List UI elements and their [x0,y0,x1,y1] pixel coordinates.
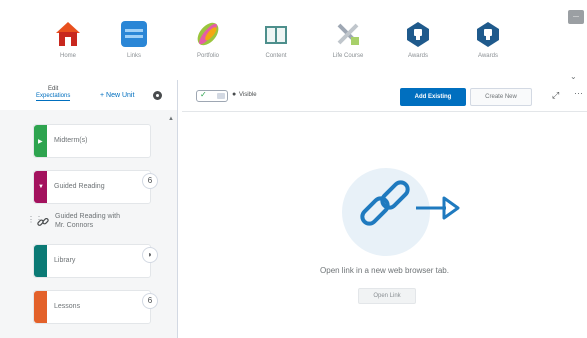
link-icon [37,217,49,226]
visibility-label: Visible [239,92,257,98]
topic-title-line1: Guided Reading with [55,213,120,220]
gear-icon[interactable] [153,91,162,100]
check-icon: ✓ [200,90,207,99]
scroll-up-icon[interactable]: ▲ [166,116,176,122]
create-new-button[interactable]: Create New [470,88,532,106]
unit-badge: ◗ [142,247,158,263]
edit-bottom-label: Expectations [36,93,71,101]
fullscreen-icon[interactable]: ⤢ [552,90,559,101]
nav-awards-2-label: Awards [478,53,498,59]
nav-home[interactable]: Home [38,20,98,59]
nav-home-label: Home [59,53,76,59]
unit-guided-reading[interactable]: ▼ Guided Reading 6 [33,170,158,204]
unit-title: Guided Reading [54,183,105,190]
award-icon [404,20,432,48]
nav-links[interactable]: Links [104,20,164,59]
caret-right-icon[interactable]: ▶ [38,138,43,145]
sidebar-header: Edit Expectations + New Unit [0,80,177,110]
edit-expectations-link[interactable]: Edit Expectations [36,86,71,101]
nav-life-course-label: Life Course [332,53,364,59]
unit-badge: 6 [142,173,158,189]
topic-title: Guided Reading with Mr. Connors [55,212,120,230]
nav-content-label: Content [265,53,287,59]
unit-title: Lessons [54,303,81,310]
nav-portfolio-label: Portfolio [196,53,219,59]
unit-color-strip: ▶ [34,125,47,157]
unit-color-strip [34,291,47,323]
nav-portfolio[interactable]: Portfolio [178,20,238,59]
toggle-knob [217,93,225,99]
caret-down-icon[interactable]: ▼ [38,184,44,190]
corner-menu-button[interactable]: --- [568,10,584,24]
content-panel: ✓ ● Visible Add Existing Create New ⤢ ⋯ … [182,80,587,338]
top-navbar: Home Links Portfolio Content Life Course… [0,0,587,72]
content-toolbar: ✓ ● Visible Add Existing Create New ⤢ ⋯ [182,80,587,112]
nav-awards[interactable]: Awards [388,20,448,59]
topic-guided-reading-mr-connors[interactable]: ⋮⋮ Guided Reading with Mr. Connors [27,208,151,236]
open-link-message: Open link in a new web browser tab. [320,266,449,275]
home-icon [54,20,82,48]
nav-life-course[interactable]: Life Course [318,20,378,59]
nav-links-label: Links [126,53,141,59]
topic-title-line2: Mr. Connors [55,222,94,229]
unit-midterms[interactable]: ▶ Midterm(s) [33,124,151,158]
add-existing-button[interactable]: Add Existing [400,88,466,106]
open-link-button[interactable]: Open Link [358,288,416,304]
unit-title: Midterm(s) [54,137,88,144]
portfolio-icon [194,20,222,48]
nav-awards-2[interactable]: Awards [458,20,518,59]
edit-top-label: Edit [48,86,59,92]
more-icon[interactable]: ⋯ [574,88,583,99]
open-link-illustration-icon [360,180,460,226]
tools-icon [334,20,362,48]
unit-lessons[interactable]: Lessons 6 [33,290,158,324]
unit-color-strip [34,245,47,277]
nav-content[interactable]: Content [246,20,306,59]
book-icon [262,20,290,48]
unit-badge: 6 [142,293,158,309]
sidebar-scrollbar[interactable]: ▲ [166,116,176,338]
nav-awards-label: Awards [408,53,428,59]
links-icon [120,20,148,48]
award-icon [474,20,502,48]
unit-color-strip: ▼ [34,171,47,203]
units-sidebar: Edit Expectations + New Unit ▶ Midterm(s… [0,80,178,338]
unit-library[interactable]: Library ◗ [33,244,158,278]
new-unit-button[interactable]: + New Unit [100,92,134,99]
unit-title: Library [54,257,76,264]
visibility-toggle[interactable]: ✓ [196,90,228,102]
eye-icon: ● [232,91,237,98]
